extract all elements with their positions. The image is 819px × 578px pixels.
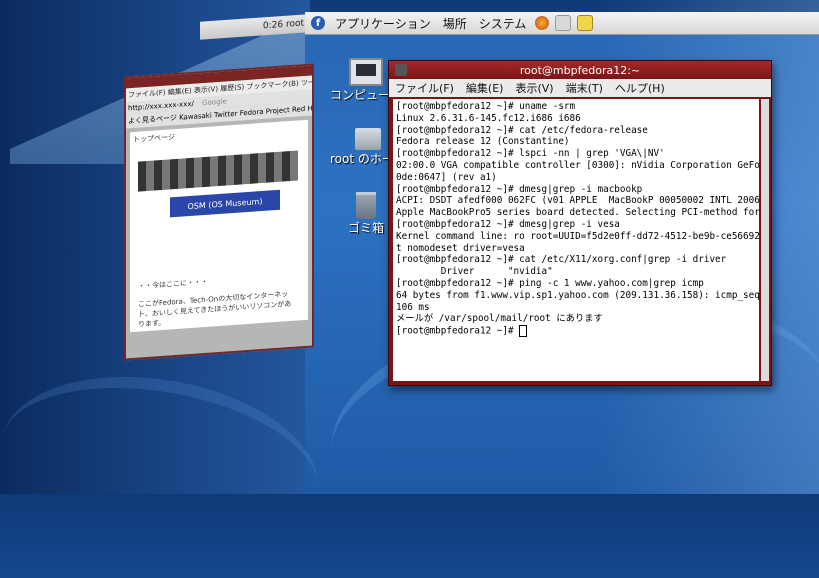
terminal-line: [root@mbpfedora12 ~]# cat /etc/X11/xorg.…	[396, 254, 727, 266]
terminal-line: Linux 2.6.31.6-145.fc12.i686 i686	[396, 112, 581, 124]
terminal-line: [root@mbpfedora12 ~]# uname -srm	[396, 101, 576, 112]
terminal-title: root@mbpfedora12:~	[519, 63, 641, 77]
terminal-line: Kernel command line: ro root=UUID=f5d2e0…	[396, 230, 759, 242]
mail-icon[interactable]	[555, 15, 572, 31]
terminal-line: メールが /var/spool/mail/root にあります	[396, 313, 603, 325]
top-panel: f アプリケーション 場所 システム	[305, 12, 819, 35]
fedora-logo-icon[interactable]: f	[311, 16, 325, 30]
terminal-line: 64 bytes from f1.www.vip.sp1.yahoo.com (…	[396, 289, 759, 301]
terminal-line: 02:00.0 VGA compatible controller [0300]…	[396, 159, 759, 171]
desktop-icon-label: ゴミ箱	[348, 221, 385, 235]
terminal-line: Fedora release 12 (Constantine)	[396, 136, 570, 148]
terminal-menu-edit[interactable]: 編集(E)	[466, 80, 504, 96]
terminal-prompt: [root@mbpfedora12 ~]#	[396, 325, 520, 337]
terminal-menu-terminal[interactable]: 端末(T)	[566, 80, 603, 96]
terminal-window[interactable]: root@mbpfedora12:~ ファイル(F) 編集(E) 表示(V) 端…	[388, 60, 772, 386]
search-box[interactable]: Google	[202, 97, 227, 107]
terminal-line: 0de:0647] (rev a1)	[396, 171, 497, 183]
browser-window[interactable]: ファイル(F) 編集(E) 表示(V) 履歴(S) ブックマーク(B) ツール(…	[124, 63, 314, 361]
trash-icon	[356, 192, 376, 219]
terminal-line: ACPI: DSDT afedf000 062FC (v01 APPLE Mac…	[396, 195, 759, 207]
menu-applications[interactable]: アプリケーション	[335, 15, 431, 32]
terminal-menu-file[interactable]: ファイル(F)	[395, 80, 454, 96]
browser-content: トップページ OSM (OS Museum) ・・今はここに・・・ ここがFed…	[130, 119, 308, 333]
terminal-line: Driver "nvidia"	[396, 266, 553, 278]
terminal-line: [root@mbpfedora12 ~]# ping -c 1 www.yaho…	[396, 277, 704, 289]
terminal-line: 106 ms	[396, 301, 430, 313]
terminal-menu-view[interactable]: 表示(V)	[515, 80, 553, 96]
terminal-titlebar[interactable]: root@mbpfedora12:~	[389, 61, 771, 79]
terminal-menubar: ファイル(F) 編集(E) 表示(V) 端末(T) ヘルプ(H)	[389, 79, 771, 97]
computer-icon	[349, 58, 383, 86]
terminal-line: [root@mbpfedora12 ~]# lspci -nn | grep '…	[396, 148, 665, 160]
notes-icon[interactable]	[577, 15, 594, 31]
terminal-scrollbar[interactable]	[761, 99, 769, 381]
site-banner	[138, 150, 298, 192]
terminal-line: [root@mbpfedora12 ~]# dmesg|grep -i macb…	[396, 183, 643, 195]
menu-places[interactable]: 場所	[443, 15, 467, 32]
terminal-line: t nomodeset driver=vesa	[396, 242, 525, 254]
left-panel-clock: 0:26 root	[262, 18, 304, 32]
home-folder-icon	[354, 128, 381, 150]
browser-text-line: ここがFedora、Tech-Onの大切なインターネット、おいしく見えてきたほう…	[138, 290, 292, 329]
site-logo: OSM (OS Museum)	[170, 189, 280, 218]
terminal-prompt-line: [root@mbpfedora12 ~]#	[396, 325, 759, 338]
terminal-line: [root@mbpfedora12 ~]# dmesg|grep -i vesa	[396, 218, 620, 230]
browser-text-line: ・・今はここに・・・	[138, 277, 208, 291]
firefox-icon[interactable]	[535, 16, 550, 30]
terminal-line: [root@mbpfedora12 ~]# cat /etc/fedora-re…	[396, 124, 648, 136]
terminal-menu-help[interactable]: ヘルプ(H)	[615, 80, 665, 96]
menu-system[interactable]: システム	[479, 15, 527, 32]
desktop-icon-trash[interactable]: ゴミ箱	[348, 192, 384, 236]
terminal-line: Apple MacBookPro5 series board detected.…	[396, 207, 759, 219]
terminal-screen[interactable]: [root@mbpfedora12 ~]# uname -srm Linux 2…	[393, 99, 759, 381]
terminal-icon	[395, 64, 407, 76]
terminal-cursor	[519, 325, 528, 338]
